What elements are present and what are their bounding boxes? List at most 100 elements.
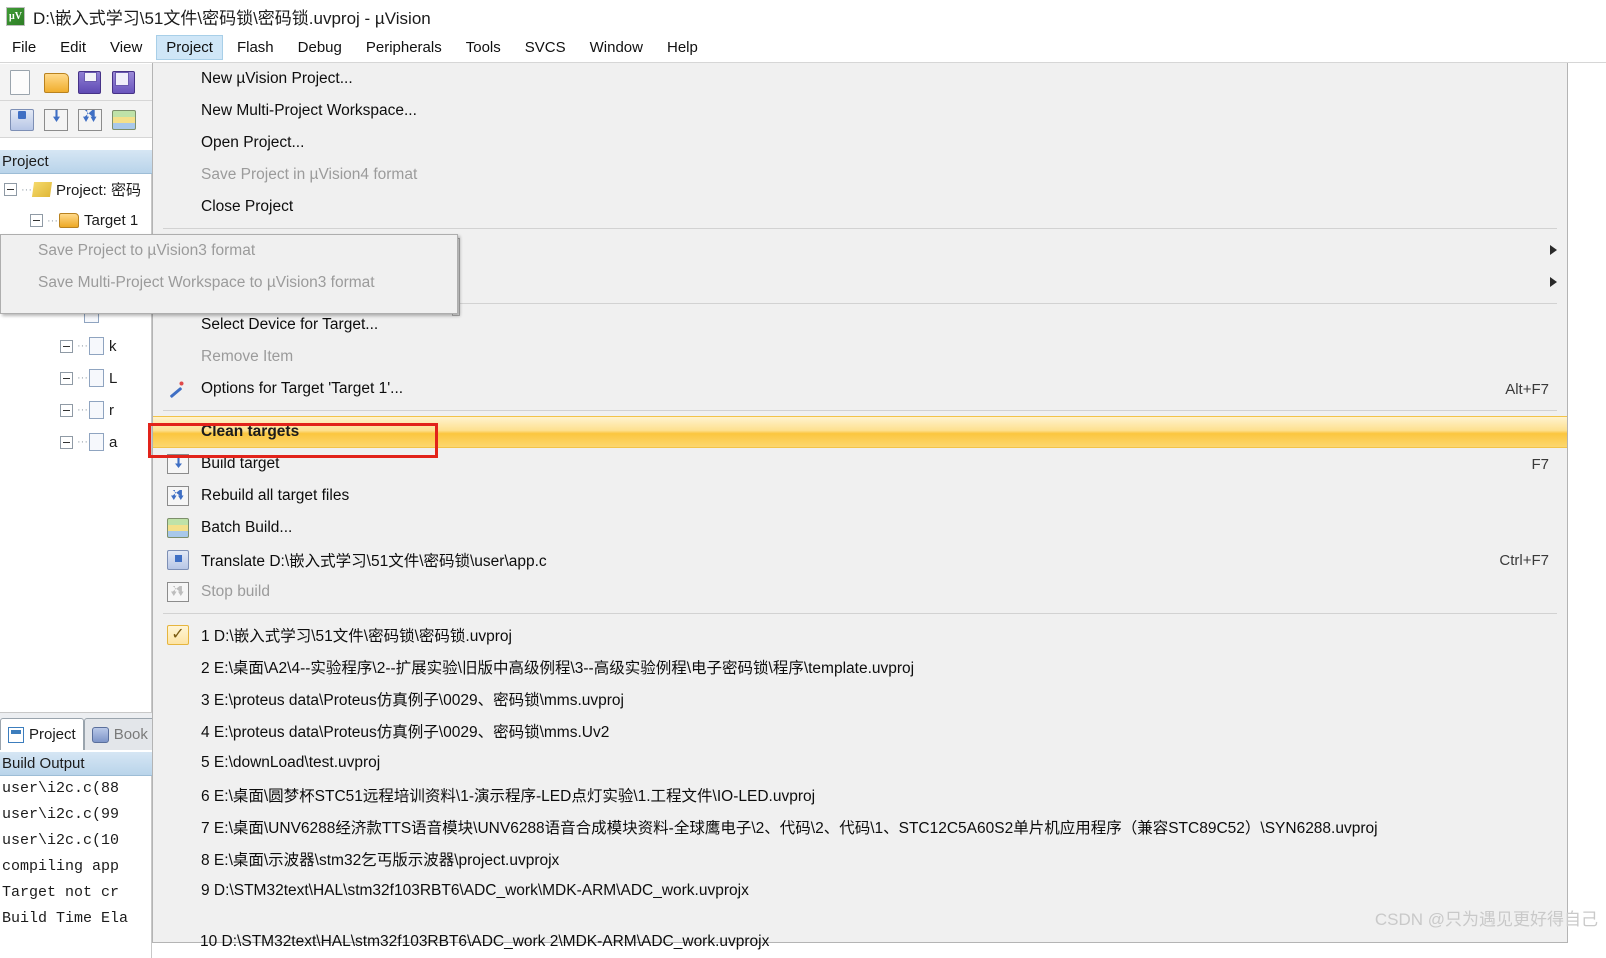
menu-item-9-d-stm32text-hal-stm32f103rbt6-adc-work[interactable]: 9 D:\STM32text\HAL\stm32f103RBT6\ADC_wor… (153, 875, 1567, 907)
tree-connector-icon: ··· (21, 183, 32, 196)
menu-bar: File Edit View Project Flash Debug Peripherals… (0, 33, 1606, 63)
menu-item-rebuild-all-target-files[interactable]: Rebuild all target files (153, 480, 1567, 512)
tree-item-project[interactable]: ··· Project: 密码 (0, 174, 151, 205)
menu-item-new-multi-project-workspace[interactable]: New Multi-Project Workspace... (153, 95, 1567, 127)
target-folder-icon (59, 213, 79, 228)
menubar-item-help[interactable]: Help (657, 35, 708, 60)
translate-icon[interactable] (10, 106, 36, 132)
menubar-item-view[interactable]: View (100, 35, 152, 60)
tree-expand-toggle[interactable] (60, 403, 73, 417)
rebuild-all-icon[interactable] (78, 106, 104, 132)
menu-item-1-d-51-uvproj[interactable]: 1 D:\嵌入式学习\51文件\密码锁\密码锁.uvproj (153, 619, 1567, 651)
source-file-icon (89, 337, 104, 355)
project-node-icon (31, 182, 53, 197)
tree-item-target[interactable]: ··· Target 1 (0, 205, 151, 236)
tree-collapse-toggle[interactable] (30, 214, 43, 227)
menu-item-label: 6 E:\桌面\圆梦杯STC51远程培训资料\1-演示程序-LED点灯实验\1.… (201, 788, 816, 805)
source-file-icon (89, 433, 104, 451)
tree-item-label: a (109, 433, 118, 451)
menu-item-label: New Multi-Project Workspace... (201, 102, 417, 119)
menu-item-label: Close Project (201, 198, 294, 215)
menu-item-label: 4 E:\proteus data\Proteus仿真例子\0029、密码锁\m… (201, 724, 610, 741)
menu-item-5-e-download-test-uvproj[interactable]: 5 E:\downLoad\test.uvproj (153, 747, 1567, 779)
menu-item-3-e-proteus-data-proteus-0029-mms-uvproj[interactable]: 3 E:\proteus data\Proteus仿真例子\0029、密码锁\m… (153, 683, 1567, 715)
new-file-icon[interactable] (10, 69, 36, 95)
toolbar-row-build (0, 101, 152, 138)
menu-item-clean-targets[interactable]: Clean targets (153, 416, 1567, 448)
title-bar: D:\嵌入式学习\51文件\密码锁\密码锁.uvproj - µVision (0, 0, 1606, 33)
menubar-item-file[interactable]: File (2, 35, 46, 60)
ghost-menu-item: Save Multi-Project Workspace to µVision3… (38, 274, 375, 291)
tab-label: Project (29, 726, 76, 743)
menu-item-translate-d-51-user-app-c[interactable]: Translate D:\嵌入式学习\51文件\密码锁\user\app.c Ct… (153, 544, 1567, 576)
magic-wand-icon (167, 379, 189, 399)
tree-item-file[interactable]: ··· k (0, 330, 151, 362)
tree-connector-icon: ··· (77, 340, 88, 352)
tree-item-label: Project: 密码 (56, 182, 142, 199)
build-output-line: Target not cr (2, 884, 120, 901)
tab-project[interactable]: Project (0, 718, 84, 750)
tree-item-label: k (109, 337, 117, 355)
window-title: D:\嵌入式学习\51文件\密码锁\密码锁.uvproj - µVision (33, 9, 431, 28)
menu-item-4-e-proteus-data-proteus-0029-mms-uv2[interactable]: 4 E:\proteus data\Proteus仿真例子\0029、密码锁\m… (153, 715, 1567, 747)
build-target-icon[interactable] (44, 106, 70, 132)
menu-item-label: Translate D:\嵌入式学习\51文件\密码锁\user\app.c (201, 553, 547, 570)
menu-item-label: 7 E:\桌面\UNV6288经济款TTS语音模块\UNV6288语音合成模块资… (201, 820, 1378, 837)
open-folder-icon[interactable] (44, 69, 70, 95)
menu-item-remove-item: Remove Item (153, 341, 1567, 373)
project-panel-header: Project (0, 150, 152, 174)
menu-item-shortcut: F7 (1531, 455, 1549, 473)
menubar-item-tools[interactable]: Tools (456, 35, 511, 60)
menu-item-6-e-stc51-1-led-1-io-led-uvproj[interactable]: 6 E:\桌面\圆梦杯STC51远程培训资料\1-演示程序-LED点灯实验\1.… (153, 779, 1567, 811)
menu-item-options-for-target-target-1[interactable]: Options for Target 'Target 1'... Alt+F7 (153, 373, 1567, 405)
panel-tab-strip: Project Book (0, 712, 156, 750)
tree-expand-toggle[interactable] (60, 371, 73, 385)
menu-item-7-e-unv6288-tts-unv6288-2-2-1-stc12c5a60[interactable]: 7 E:\桌面\UNV6288经济款TTS语音模块\UNV6288语音合成模块资… (153, 811, 1567, 843)
menu-item-build-target[interactable]: Build target F7 (153, 448, 1567, 480)
menu-item-8-e-stm32-project-uvprojx[interactable]: 8 E:\桌面\示波器\stm32乞丐版示波器\project.uvprojx (153, 843, 1567, 875)
translate-file-icon (167, 550, 189, 570)
tree-expand-toggle[interactable] (60, 435, 73, 449)
build-output-line: user\i2c.c(99 (2, 806, 120, 823)
menubar-item-edit[interactable]: Edit (50, 35, 96, 60)
tree-expand-toggle[interactable] (60, 339, 73, 353)
build-target-icon (167, 454, 189, 474)
menu-item-2-e-a2-4-2-3-template-uvproj[interactable]: 2 E:\桌面\A2\4--实验程序\2--扩展实验\旧版中高级例程\3--高级… (153, 651, 1567, 683)
tree-item-file[interactable]: ··· r (0, 394, 151, 426)
tree-item-file[interactable]: ··· a (0, 426, 151, 458)
ghost-save-submenu-panel: Save Project to µVision3 format Save Mul… (0, 234, 458, 314)
menubar-item-svcs[interactable]: SVCS (515, 35, 576, 60)
menubar-item-window[interactable]: Window (580, 35, 653, 60)
save-all-icon[interactable] (112, 69, 138, 95)
menubar-item-peripherals[interactable]: Peripherals (356, 35, 452, 60)
menu-item-label: 9 D:\STM32text\HAL\stm32f103RBT6\ADC_wor… (201, 882, 749, 899)
batch-build-icon[interactable] (112, 106, 138, 132)
menu-item-label: 2 E:\桌面\A2\4--实验程序\2--扩展实验\旧版中高级例程\3--高级… (201, 660, 915, 677)
build-output-panel[interactable]: user\i2c.c(88 user\i2c.c(99 user\i2c.c(10 c… (0, 776, 152, 958)
uvision-window: D:\嵌入式学习\51文件\密码锁\密码锁.uvproj - µVision F… (0, 0, 1606, 958)
tab-books[interactable]: Book (83, 718, 156, 750)
menu-item-label: Remove Item (201, 348, 294, 365)
build-output-line: Build Time Ela (2, 910, 129, 927)
tab-label: Book (113, 726, 148, 743)
menubar-item-project[interactable]: Project (156, 35, 223, 60)
ghost-menu-item: Save Project to µVision3 format (38, 242, 256, 259)
tree-item-file[interactable]: ··· L (0, 362, 151, 394)
menu-item-close-project[interactable]: Close Project (153, 191, 1567, 223)
menu-item-label: Clean targets (201, 423, 300, 440)
tree-collapse-toggle[interactable] (4, 183, 17, 196)
menu-item-open-project[interactable]: Open Project... (153, 127, 1567, 159)
menu-item-new-vision-project[interactable]: New µVision Project... (153, 63, 1567, 95)
menubar-item-flash[interactable]: Flash (227, 35, 284, 60)
save-icon[interactable] (78, 69, 104, 95)
csdn-watermark: CSDN @只为遇见更好得自己 (1374, 910, 1598, 929)
stop-build-icon (167, 582, 189, 602)
uvision-logo-icon (6, 7, 25, 26)
clipped-recent-project-row[interactable]: 10 D:\STM32text\HAL\stm32f103RBT6\ADC_wo… (152, 926, 1568, 958)
tree-connector-icon: ··· (77, 404, 88, 416)
menubar-item-debug[interactable]: Debug (288, 35, 352, 60)
menu-item-batch-build[interactable]: Batch Build... (153, 512, 1567, 544)
menu-item-label: Rebuild all target files (201, 487, 350, 504)
build-output-line: user\i2c.c(88 (2, 780, 120, 797)
tree-item-label: L (109, 369, 118, 387)
